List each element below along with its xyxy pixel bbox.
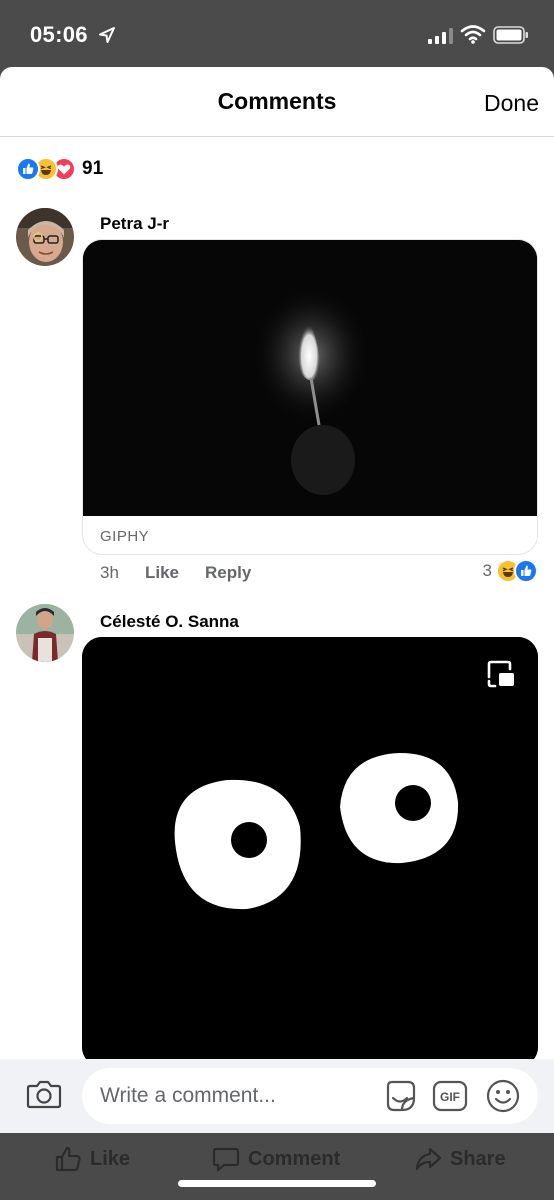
home-indicator[interactable] xyxy=(178,1180,376,1187)
avatar[interactable] xyxy=(16,208,74,266)
like-action-button[interactable]: Like xyxy=(54,1145,130,1173)
comment-input[interactable] xyxy=(100,1082,370,1110)
comment-action-button[interactable]: Comment xyxy=(212,1145,340,1173)
status-bar: 05:06 xyxy=(0,0,554,70)
wifi-icon xyxy=(460,25,486,44)
gif-attachment[interactable] xyxy=(82,637,538,1067)
comment-composer: GIF xyxy=(0,1059,554,1133)
comment-author[interactable]: Petra J-r xyxy=(100,214,169,234)
comment-author[interactable]: Célesté O. Sanna xyxy=(100,612,239,632)
giphy-label: GIPHY xyxy=(100,528,150,545)
location-arrow-icon xyxy=(99,27,115,43)
comment-reaction-count: 3 xyxy=(482,561,492,580)
like-action-label: Like xyxy=(90,1147,131,1170)
battery-icon xyxy=(493,26,528,44)
thumbs-up-icon xyxy=(55,1146,81,1172)
share-action-button[interactable]: Share xyxy=(414,1145,506,1173)
gif-image[interactable] xyxy=(82,637,538,1067)
share-arrow-icon xyxy=(415,1147,442,1171)
gif-image[interactable] xyxy=(83,240,537,516)
comment-action-label: Comment xyxy=(248,1147,341,1170)
signal-icon xyxy=(428,28,453,44)
comment-bubble-icon xyxy=(212,1147,240,1172)
avatar[interactable] xyxy=(16,604,74,662)
comment-like-button[interactable]: Like xyxy=(145,563,205,583)
like-reaction-icon xyxy=(16,157,40,181)
comment-input-box[interactable]: GIF xyxy=(82,1068,538,1124)
comment-reactions[interactable]: 3 xyxy=(483,559,538,583)
sticker-icon[interactable] xyxy=(382,1078,418,1114)
sheet-title: Comments xyxy=(217,88,337,114)
sheet-header: Comments Done xyxy=(0,67,554,137)
comment-timestamp: 3h xyxy=(100,563,119,582)
status-time: 05:06 xyxy=(30,22,88,47)
done-button[interactable]: Done xyxy=(484,90,539,117)
post-action-bar: Like Comment Share xyxy=(0,1133,554,1200)
comment-meta: 3h Like Reply xyxy=(100,563,251,583)
gif-attachment[interactable]: GIPHY xyxy=(82,239,538,555)
emoji-icon[interactable] xyxy=(485,1078,521,1114)
comments-sheet: Comments Done 91 Petra J-r GIPHY 3h Like… xyxy=(0,67,554,1133)
gif-icon[interactable]: GIF xyxy=(432,1079,468,1113)
reactions-summary[interactable]: 91 xyxy=(16,155,103,183)
picture-in-picture-icon[interactable] xyxy=(486,659,516,689)
comment-reply-button[interactable]: Reply xyxy=(205,563,251,583)
like-reaction-icon xyxy=(514,559,538,583)
reaction-count: 91 xyxy=(82,158,104,179)
share-action-label: Share xyxy=(450,1147,506,1170)
gif-label: GIF xyxy=(440,1090,460,1104)
camera-icon[interactable] xyxy=(26,1078,62,1110)
